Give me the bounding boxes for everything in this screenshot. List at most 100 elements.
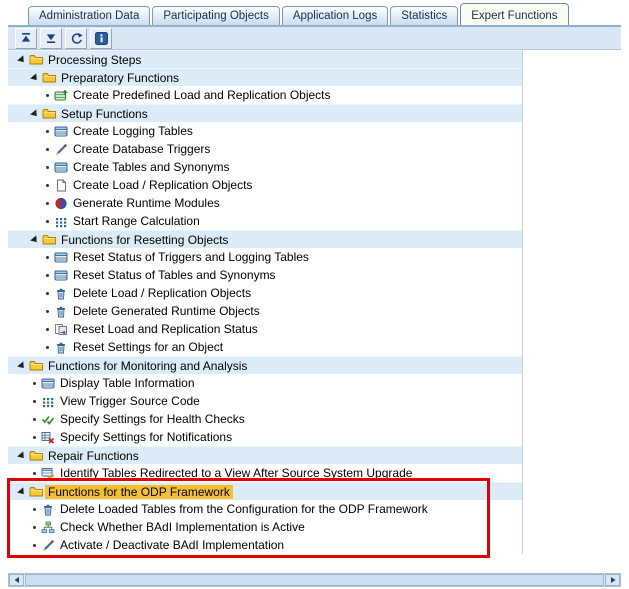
tree-item-label: Activate / Deactivate BAdI Implementatio… <box>60 538 285 552</box>
scroll-to-bottom-button[interactable] <box>40 27 62 49</box>
bullet-icon <box>46 255 49 259</box>
tab-bar: Administration Data Participating Objects… <box>28 3 571 25</box>
tree-item-label: Display Table Information <box>60 376 195 390</box>
dots-grid-icon <box>41 395 57 408</box>
tree-folder-row[interactable]: Repair Functions <box>8 446 522 464</box>
folder-icon <box>29 485 45 498</box>
tree-item-row[interactable]: Create Database Triggers <box>8 140 522 158</box>
function-tree: Processing Steps Preparatory Functions Cre… <box>8 50 523 554</box>
scrollbar-left-arrow[interactable] <box>9 574 24 586</box>
tree-item-label: View Trigger Source Code <box>60 394 200 408</box>
expand-collapse-icon[interactable] <box>16 54 29 65</box>
tree-folder-row[interactable]: Functions for the ODP Framework <box>8 482 522 500</box>
info-button[interactable] <box>90 27 112 49</box>
tree-item-row[interactable]: Identify Tables Redirected to a View Aft… <box>8 464 522 482</box>
sphere-icon <box>54 197 70 210</box>
expand-collapse-icon[interactable] <box>29 234 42 245</box>
expand-collapse-icon[interactable] <box>16 486 29 497</box>
tree-item-row[interactable]: Start Range Calculation <box>8 212 522 230</box>
tree-item-label: Create Tables and Synonyms <box>73 160 230 174</box>
table-icon <box>41 377 57 390</box>
double-check-icon <box>41 413 57 426</box>
tree-item-row[interactable]: Create Logging Tables <box>8 122 522 140</box>
tab-participating-objects[interactable]: Participating Objects <box>152 6 280 25</box>
bullet-icon <box>46 129 49 133</box>
tree-folder-row[interactable]: Preparatory Functions <box>8 68 522 86</box>
trash-icon <box>54 287 70 300</box>
expand-collapse-icon[interactable] <box>16 450 29 461</box>
refresh-icon <box>70 32 83 45</box>
bullet-icon <box>46 165 49 169</box>
tree-item-label: Reset Settings for an Object <box>73 340 224 354</box>
tree-item-row[interactable]: Reset Status of Tables and Synonyms <box>8 266 522 284</box>
tree-item-row[interactable]: Create Predefined Load and Replication O… <box>8 86 522 104</box>
tree-item-row[interactable]: Specify Settings for Notifications <box>8 428 522 446</box>
tab-application-logs[interactable]: Application Logs <box>281 6 389 25</box>
tree-item-row[interactable]: Create Tables and Synonyms <box>8 158 522 176</box>
bullet-icon <box>33 471 36 475</box>
tree-item-row[interactable]: View Trigger Source Code <box>8 392 522 410</box>
bullet-icon <box>33 435 36 439</box>
tree-folder-row[interactable]: Functions for Resetting Objects <box>8 230 522 248</box>
tree-item-row[interactable]: Specify Settings for Health Checks <box>8 410 522 428</box>
expand-collapse-icon[interactable] <box>29 108 42 119</box>
tab-statistics[interactable]: Statistics <box>390 6 459 25</box>
up-arrow-icon <box>20 32 32 44</box>
bullet-icon <box>33 399 36 403</box>
tree-item-row[interactable]: Delete Loaded Tables from the Configurat… <box>8 500 522 518</box>
scrollbar-thumb[interactable] <box>25 574 604 586</box>
bullet-icon <box>46 345 49 349</box>
bullet-icon <box>33 381 36 385</box>
folder-icon <box>42 233 58 246</box>
tree-item-label: Create Load / Replication Objects <box>73 178 253 192</box>
grid-red-x-icon <box>41 431 57 444</box>
bullet-icon <box>46 273 49 277</box>
tree-folder-row[interactable]: Processing Steps <box>8 50 522 68</box>
refresh-button[interactable] <box>65 27 87 49</box>
table-icon <box>54 269 70 282</box>
tree-folder-label: Processing Steps <box>48 52 142 67</box>
table-icon <box>54 161 70 174</box>
tab-expert-functions[interactable]: Expert Functions <box>460 3 569 25</box>
tree-item-row[interactable]: Reset Load and Replication Status <box>8 320 522 338</box>
tree-item-row[interactable]: Delete Generated Runtime Objects <box>8 302 522 320</box>
bullet-icon <box>33 507 36 511</box>
tree-item-row[interactable]: Generate Runtime Modules <box>8 194 522 212</box>
tree-folder-row[interactable]: Setup Functions <box>8 104 522 122</box>
tree-item-row[interactable]: Create Load / Replication Objects <box>8 176 522 194</box>
tree-folder-label: Functions for Monitoring and Analysis <box>48 358 248 373</box>
tree-item-label: Check Whether BAdI Implementation is Act… <box>60 520 305 534</box>
tree-folder-label: Functions for the ODP Framework <box>45 484 233 499</box>
tree-item-label: Create Database Triggers <box>73 142 211 156</box>
tab-administration-data[interactable]: Administration Data <box>28 6 151 25</box>
table-arrow-icon <box>41 467 57 480</box>
org-chart-icon <box>41 521 57 534</box>
tree-item-row[interactable]: Check Whether BAdI Implementation is Act… <box>8 518 522 536</box>
scroll-to-top-button[interactable] <box>15 27 37 49</box>
tree-item-label: Start Range Calculation <box>73 214 200 228</box>
scrollbar-right-arrow[interactable] <box>605 574 620 586</box>
tree-item-row[interactable]: Display Table Information <box>8 374 522 392</box>
table-icon <box>54 251 70 264</box>
tree-item-row[interactable]: Activate / Deactivate BAdI Implementatio… <box>8 536 522 554</box>
tree-item-label: Create Logging Tables <box>73 124 193 138</box>
tree-toolbar <box>8 27 621 50</box>
expand-collapse-icon[interactable] <box>16 360 29 371</box>
tree-folder-label: Repair Functions <box>48 448 139 463</box>
tree-item-label: Reset Status of Triggers and Logging Tab… <box>73 250 309 264</box>
folder-icon <box>42 71 58 84</box>
bullet-icon <box>33 543 36 547</box>
horizontal-scrollbar[interactable] <box>8 573 621 587</box>
tree-item-row[interactable]: Reset Status of Triggers and Logging Tab… <box>8 248 522 266</box>
tree-item-label: Delete Load / Replication Objects <box>73 286 252 300</box>
tree-item-row[interactable]: Reset Settings for an Object <box>8 338 522 356</box>
bullet-icon <box>46 219 49 223</box>
bullet-icon <box>46 93 49 97</box>
tree-folder-label: Functions for Resetting Objects <box>61 232 229 247</box>
tree-item-row[interactable]: Delete Load / Replication Objects <box>8 284 522 302</box>
tree-item-label: Generate Runtime Modules <box>73 196 220 210</box>
bullet-icon <box>46 327 49 331</box>
bullet-icon <box>33 525 36 529</box>
tree-folder-row[interactable]: Functions for Monitoring and Analysis <box>8 356 522 374</box>
expand-collapse-icon[interactable] <box>29 72 42 83</box>
